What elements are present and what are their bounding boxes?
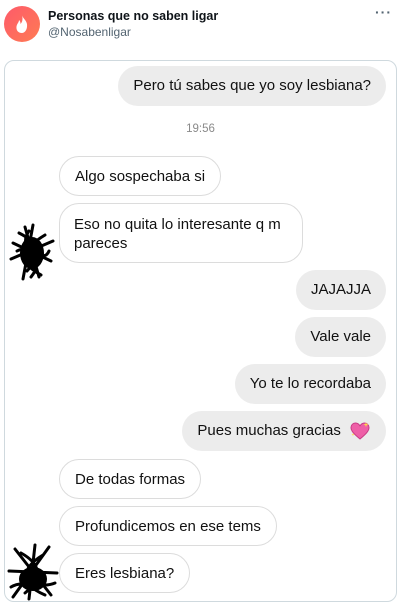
message-sent: Yo te lo recordaba bbox=[234, 364, 386, 404]
message-received: Algo sospechaba si bbox=[59, 156, 222, 196]
more-options-icon[interactable]: ··· bbox=[375, 4, 392, 20]
tweet-header: Personas que no saben ligar @Nosabenliga… bbox=[0, 0, 400, 56]
sparkling-heart-icon bbox=[350, 422, 370, 440]
message-text: Profundicemos en ese tems bbox=[75, 518, 261, 535]
message-text: Pero tú sabes que yo soy lesbiana? bbox=[133, 77, 371, 94]
message-received: Eres lesbiana? bbox=[59, 553, 191, 593]
chat-screenshot: Pero tú sabes que yo soy lesbiana? 19:56… bbox=[4, 60, 397, 602]
chat-timestamp: 19:56 bbox=[186, 123, 215, 135]
display-name[interactable]: Personas que no saben ligar bbox=[48, 9, 218, 23]
message-sent: Pero tú sabes que yo soy lesbiana? bbox=[118, 66, 386, 106]
message-text: Yo te lo recordaba bbox=[249, 375, 371, 392]
flame-icon bbox=[16, 15, 28, 33]
message-text: Pues muchas gracias bbox=[197, 422, 341, 439]
avatar[interactable] bbox=[4, 6, 40, 42]
message-text: De todas formas bbox=[75, 471, 186, 488]
redacted-avatar-scribble bbox=[9, 223, 55, 281]
message-text: JAJAJJA bbox=[310, 281, 371, 298]
message-sent: Vale vale bbox=[295, 317, 386, 357]
message-received: De todas formas bbox=[59, 459, 202, 499]
handle[interactable]: @Nosabenligar bbox=[48, 25, 131, 39]
message-received: Eso no quita lo interesante q m pareces bbox=[59, 203, 303, 263]
message-sent: Pues muchas gracias bbox=[182, 411, 386, 451]
message-sent: JAJAJJA bbox=[295, 270, 386, 310]
message-text: Algo sospechaba si bbox=[75, 168, 206, 185]
redacted-avatar-scribble bbox=[7, 543, 59, 601]
message-received: Profundicemos en ese tems bbox=[59, 506, 277, 546]
message-text: Vale vale bbox=[310, 328, 371, 345]
message-text: Eres lesbiana? bbox=[75, 565, 175, 582]
message-text: Eso no quita lo interesante q m pareces bbox=[74, 216, 281, 252]
